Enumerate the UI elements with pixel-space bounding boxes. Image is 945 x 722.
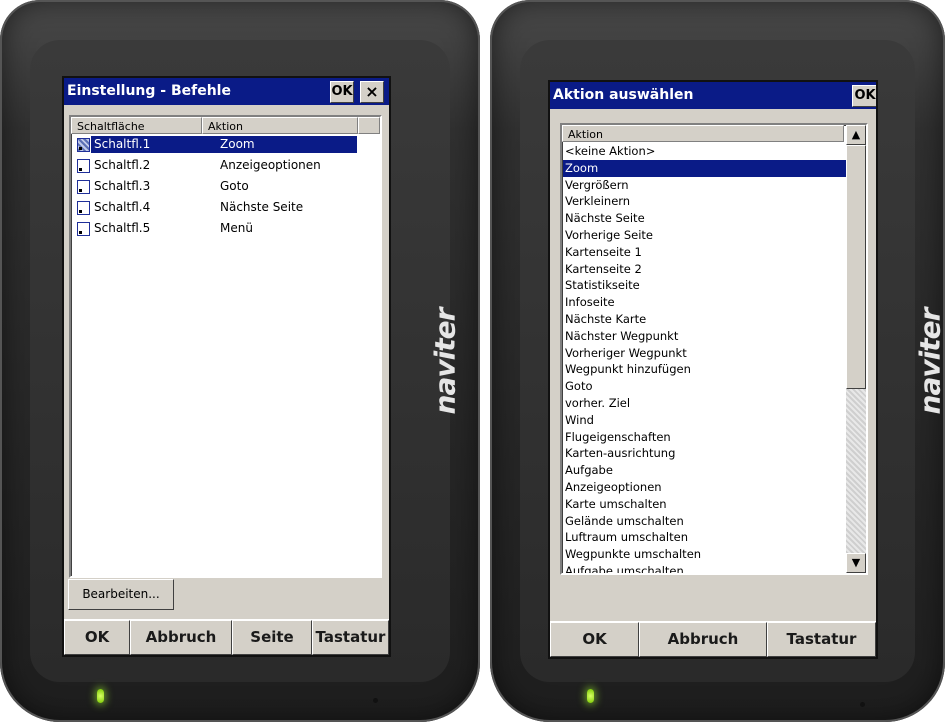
table-row[interactable]: Schaltfl.1 Zoom bbox=[71, 134, 380, 155]
list-item[interactable]: Aufgabe bbox=[565, 462, 846, 479]
action-list[interactable]: Aktion <keine Aktion> Zoom Vergrößern Verkl… bbox=[560, 123, 868, 575]
keyboard-button[interactable]: Tastatur bbox=[767, 622, 876, 657]
edit-button[interactable]: Bearbeiten... bbox=[68, 579, 174, 610]
device-left: naviter Einstellung - Befehle OK × Schal… bbox=[0, 0, 480, 722]
list-item[interactable]: Kartenseite 1 bbox=[565, 244, 846, 261]
list-item[interactable]: Vorherige Seite bbox=[565, 227, 846, 244]
screen-action-select: Aktion auswählen OK Aktion <keine Aktion… bbox=[548, 80, 878, 659]
window-title: Einstellung - Befehle bbox=[67, 83, 231, 99]
list-item[interactable]: Goto bbox=[565, 378, 846, 395]
list-item[interactable]: Verkleinern bbox=[565, 193, 846, 210]
title-bar: Einstellung - Befehle OK × bbox=[64, 78, 389, 105]
device-right: naviter Aktion auswählen OK Aktion <kein… bbox=[490, 0, 945, 722]
row-action: Anzeigeoptionen bbox=[220, 158, 321, 172]
row-action: Goto bbox=[220, 179, 249, 193]
table-row[interactable]: Schaltfl.5 Menü bbox=[71, 218, 380, 239]
power-led bbox=[587, 689, 594, 703]
list-item[interactable]: Nächste Karte bbox=[565, 311, 846, 328]
list-item[interactable]: Nächste Seite bbox=[565, 210, 846, 227]
column-header-button[interactable]: Schaltfläche bbox=[71, 117, 202, 134]
microphone-dot bbox=[373, 698, 378, 703]
list-item[interactable]: vorher. Ziel bbox=[565, 395, 846, 412]
row-button: Schaltfl.1 bbox=[94, 137, 151, 151]
keyboard-button[interactable]: Tastatur bbox=[312, 620, 389, 655]
list-item[interactable]: Wind bbox=[565, 412, 846, 429]
button-action-table[interactable]: Schaltfläche Aktion Schaltfl.1 Zoom Scha… bbox=[69, 115, 382, 578]
row-button: Schaltfl.5 bbox=[94, 221, 151, 235]
list-item[interactable]: Statistikseite bbox=[565, 277, 846, 294]
column-header-action[interactable]: Aktion bbox=[562, 125, 844, 142]
close-icon[interactable]: × bbox=[360, 81, 384, 103]
scroll-thumb[interactable] bbox=[846, 145, 866, 389]
ok-button[interactable]: OK bbox=[550, 622, 639, 657]
column-header-action[interactable]: Aktion bbox=[202, 117, 358, 134]
row-action: Nächste Seite bbox=[220, 200, 304, 214]
scroll-up-button[interactable]: ▲ bbox=[846, 125, 866, 145]
title-ok-button[interactable]: OK bbox=[330, 81, 354, 103]
table-row[interactable]: Schaltfl.2 Anzeigeoptionen bbox=[71, 155, 380, 176]
list-item[interactable]: Vergrößern bbox=[565, 177, 846, 194]
list-item[interactable]: Karten-ausrichtung bbox=[565, 445, 846, 462]
row-action: Menü bbox=[220, 221, 253, 235]
button-icon bbox=[77, 138, 90, 152]
scrollbar[interactable]: ▲ ▼ bbox=[846, 125, 866, 573]
button-icon bbox=[77, 201, 90, 215]
microphone-dot bbox=[860, 702, 865, 707]
brand-logo: naviter bbox=[913, 308, 945, 415]
table-row[interactable]: Schaltfl.4 Nächste Seite bbox=[71, 197, 380, 218]
cancel-button[interactable]: Abbruch bbox=[639, 622, 767, 657]
row-button: Schaltfl.4 bbox=[94, 200, 151, 214]
list-item[interactable]: Anzeigeoptionen bbox=[565, 479, 846, 496]
table-row[interactable]: Schaltfl.3 Goto bbox=[71, 176, 380, 197]
bottom-toolbar: OK Abbruch Seite Tastatur bbox=[64, 619, 389, 655]
action-items: <keine Aktion> Zoom Vergrößern Verkleinern N… bbox=[562, 143, 866, 573]
list-item[interactable]: Infoseite bbox=[565, 294, 846, 311]
page-button[interactable]: Seite bbox=[232, 620, 312, 655]
title-bar: Aktion auswählen OK bbox=[550, 82, 876, 109]
title-ok-button[interactable]: OK bbox=[852, 85, 876, 107]
button-icon bbox=[77, 180, 90, 194]
list-item[interactable]: Flugeigenschaften bbox=[565, 429, 846, 446]
list-item[interactable]: Luftraum umschalten bbox=[565, 529, 846, 546]
list-item[interactable]: Nächster Wegpunkt bbox=[565, 328, 846, 345]
list-item[interactable]: Zoom bbox=[563, 159, 846, 177]
list-item[interactable]: Aufgabe umschalten bbox=[565, 563, 846, 573]
row-button: Schaltfl.3 bbox=[94, 179, 151, 193]
row-action: Zoom bbox=[220, 137, 255, 151]
list-item[interactable]: Kartenseite 2 bbox=[565, 261, 846, 278]
list-item[interactable]: Wegpunkt hinzufügen bbox=[565, 361, 846, 378]
list-item[interactable]: <keine Aktion> bbox=[565, 143, 846, 160]
button-icon bbox=[77, 159, 90, 173]
cancel-button[interactable]: Abbruch bbox=[130, 620, 232, 655]
scroll-down-button[interactable]: ▼ bbox=[846, 553, 866, 573]
list-item[interactable]: Gelände umschalten bbox=[565, 513, 846, 530]
screen-settings: Einstellung - Befehle OK × Schaltfläche … bbox=[62, 76, 391, 657]
list-item[interactable]: Karte umschalten bbox=[565, 496, 846, 513]
window-title: Aktion auswählen bbox=[553, 87, 694, 103]
brand-logo: naviter bbox=[428, 308, 462, 415]
column-header-filler bbox=[358, 117, 380, 134]
list-item[interactable]: Wegpunkte umschalten bbox=[565, 546, 846, 563]
bottom-toolbar: OK Abbruch Tastatur bbox=[550, 621, 876, 657]
ok-button[interactable]: OK bbox=[64, 620, 130, 655]
button-icon bbox=[77, 222, 90, 236]
row-button: Schaltfl.2 bbox=[94, 158, 151, 172]
power-led bbox=[97, 689, 104, 703]
list-item[interactable]: Vorheriger Wegpunkt bbox=[565, 345, 846, 362]
